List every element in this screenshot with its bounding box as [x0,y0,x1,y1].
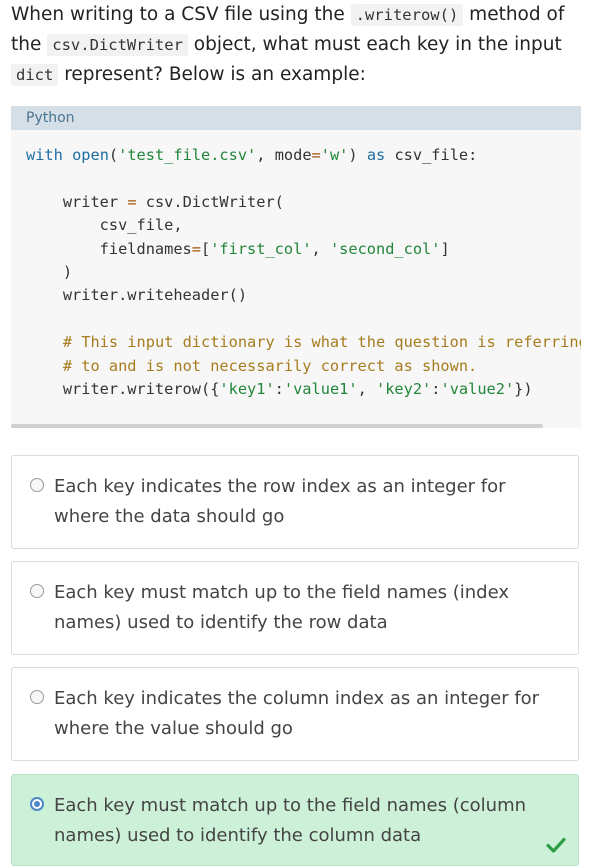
checkmark-icon [546,837,566,853]
question-part: represent? Below is an example: [58,64,366,85]
code-block: Python with open('test_file.csv', mode='… [11,106,581,428]
question-part: When writing to a CSV file using the [11,4,351,25]
answer-option-2[interactable]: Each key must match up to the field name… [11,561,579,655]
radio-button[interactable] [30,584,44,598]
radio-button-selected[interactable] [30,797,44,811]
radio-button[interactable] [30,478,44,492]
answer-text: Each key indicates the row index as an i… [54,476,506,527]
answer-option-3[interactable]: Each key indicates the column index as a… [11,667,579,761]
radio-button[interactable] [30,690,44,704]
horizontal-scrollbar[interactable] [11,424,543,428]
answer-text: Each key must match up to the field name… [54,582,509,633]
code-language-label: Python [11,106,581,130]
answer-option-4[interactable]: Each key must match up to the field name… [11,774,579,866]
answer-text: Each key must match up to the field name… [54,795,527,846]
code-content: with open('test_file.csv', mode='w') as … [26,146,581,399]
question-part: object, what must each key in the input [187,34,562,55]
answer-text: Each key indicates the column index as a… [54,688,540,739]
inline-code: .writerow() [350,4,464,26]
inline-code: dict [11,64,59,86]
answer-option-1[interactable]: Each key indicates the row index as an i… [11,455,579,549]
question-text: When writing to a CSV file using the .wr… [11,0,586,90]
inline-code: csv.DictWriter [47,34,188,56]
